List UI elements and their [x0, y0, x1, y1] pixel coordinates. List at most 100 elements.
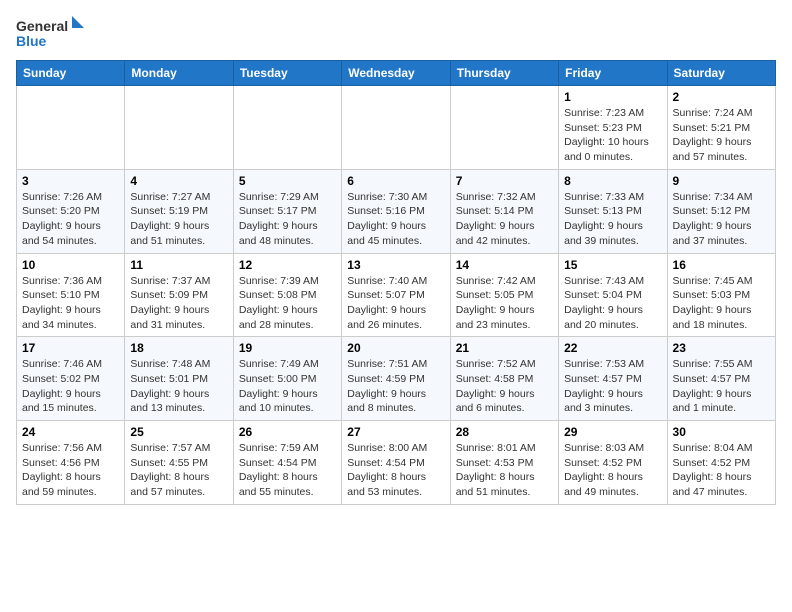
- day-info: Sunrise: 7:57 AMSunset: 4:55 PMDaylight:…: [130, 441, 227, 500]
- calendar-cell: 26 Sunrise: 7:59 AMSunset: 4:54 PMDayligh…: [233, 421, 341, 505]
- day-number: 1: [564, 90, 661, 104]
- calendar-cell: [342, 86, 450, 170]
- day-number: 7: [456, 174, 553, 188]
- calendar-cell: [233, 86, 341, 170]
- calendar-cell: 18 Sunrise: 7:48 AMSunset: 5:01 PMDayligh…: [125, 337, 233, 421]
- calendar-cell: 13 Sunrise: 7:40 AMSunset: 5:07 PMDayligh…: [342, 253, 450, 337]
- day-number: 8: [564, 174, 661, 188]
- calendar-cell: 5 Sunrise: 7:29 AMSunset: 5:17 PMDaylight…: [233, 169, 341, 253]
- day-info: Sunrise: 7:56 AMSunset: 4:56 PMDaylight:…: [22, 441, 119, 500]
- svg-text:General: General: [16, 18, 68, 34]
- week-row-2: 3 Sunrise: 7:26 AMSunset: 5:20 PMDaylight…: [17, 169, 776, 253]
- calendar-cell: 12 Sunrise: 7:39 AMSunset: 5:08 PMDayligh…: [233, 253, 341, 337]
- weekday-header-tuesday: Tuesday: [233, 61, 341, 86]
- day-info: Sunrise: 7:40 AMSunset: 5:07 PMDaylight:…: [347, 274, 444, 333]
- day-info: Sunrise: 7:46 AMSunset: 5:02 PMDaylight:…: [22, 357, 119, 416]
- day-info: Sunrise: 7:51 AMSunset: 4:59 PMDaylight:…: [347, 357, 444, 416]
- day-number: 21: [456, 341, 553, 355]
- calendar-cell: 14 Sunrise: 7:42 AMSunset: 5:05 PMDayligh…: [450, 253, 558, 337]
- day-number: 3: [22, 174, 119, 188]
- day-info: Sunrise: 7:29 AMSunset: 5:17 PMDaylight:…: [239, 190, 336, 249]
- calendar-cell: 25Sunrise: 7:57 AMSunset: 4:55 PMDayligh…: [125, 421, 233, 505]
- day-info: Sunrise: 7:33 AMSunset: 5:13 PMDaylight:…: [564, 190, 661, 249]
- calendar-table: SundayMondayTuesdayWednesdayThursdayFrid…: [16, 60, 776, 505]
- day-number: 29: [564, 425, 661, 439]
- day-number: 5: [239, 174, 336, 188]
- day-number: 30: [673, 425, 770, 439]
- day-info: Sunrise: 7:53 AMSunset: 4:57 PMDaylight:…: [564, 357, 661, 416]
- day-number: 20: [347, 341, 444, 355]
- day-info: Sunrise: 7:43 AMSunset: 5:04 PMDaylight:…: [564, 274, 661, 333]
- calendar-cell: 11Sunrise: 7:37 AMSunset: 5:09 PMDayligh…: [125, 253, 233, 337]
- day-number: 22: [564, 341, 661, 355]
- day-info: Sunrise: 7:32 AMSunset: 5:14 PMDaylight:…: [456, 190, 553, 249]
- day-info: Sunrise: 7:59 AMSunset: 4:54 PMDaylight:…: [239, 441, 336, 500]
- day-number: 12: [239, 258, 336, 272]
- day-info: Sunrise: 7:48 AMSunset: 5:01 PMDaylight:…: [130, 357, 227, 416]
- day-number: 15: [564, 258, 661, 272]
- calendar-cell: 6 Sunrise: 7:30 AMSunset: 5:16 PMDaylight…: [342, 169, 450, 253]
- day-info: Sunrise: 8:00 AMSunset: 4:54 PMDaylight:…: [347, 441, 444, 500]
- calendar-cell: 21 Sunrise: 7:52 AMSunset: 4:58 PMDayligh…: [450, 337, 558, 421]
- day-number: 2: [673, 90, 770, 104]
- week-row-3: 10 Sunrise: 7:36 AMSunset: 5:10 PMDayligh…: [17, 253, 776, 337]
- day-number: 4: [130, 174, 227, 188]
- weekday-header-wednesday: Wednesday: [342, 61, 450, 86]
- calendar-cell: 15 Sunrise: 7:43 AMSunset: 5:04 PMDayligh…: [559, 253, 667, 337]
- day-number: 26: [239, 425, 336, 439]
- calendar-cell: [125, 86, 233, 170]
- day-number: 14: [456, 258, 553, 272]
- day-number: 19: [239, 341, 336, 355]
- calendar-cell: 7 Sunrise: 7:32 AMSunset: 5:14 PMDaylight…: [450, 169, 558, 253]
- day-number: 27: [347, 425, 444, 439]
- day-number: 28: [456, 425, 553, 439]
- calendar-cell: 29 Sunrise: 8:03 AMSunset: 4:52 PMDayligh…: [559, 421, 667, 505]
- week-row-1: 1 Sunrise: 7:23 AMSunset: 5:23 PMDaylight…: [17, 86, 776, 170]
- day-info: Sunrise: 7:27 AMSunset: 5:19 PMDaylight:…: [130, 190, 227, 249]
- day-number: 10: [22, 258, 119, 272]
- day-info: Sunrise: 7:30 AMSunset: 5:16 PMDaylight:…: [347, 190, 444, 249]
- day-info: Sunrise: 7:45 AMSunset: 5:03 PMDaylight:…: [673, 274, 770, 333]
- day-info: Sunrise: 7:39 AMSunset: 5:08 PMDaylight:…: [239, 274, 336, 333]
- calendar-cell: 1 Sunrise: 7:23 AMSunset: 5:23 PMDaylight…: [559, 86, 667, 170]
- day-info: Sunrise: 7:24 AMSunset: 5:21 PMDaylight:…: [673, 106, 770, 165]
- logo-svg: GeneralBlue: [16, 16, 86, 52]
- weekday-header-row: SundayMondayTuesdayWednesdayThursdayFrid…: [17, 61, 776, 86]
- day-info: Sunrise: 7:36 AMSunset: 5:10 PMDaylight:…: [22, 274, 119, 333]
- svg-text:Blue: Blue: [16, 33, 47, 49]
- day-info: Sunrise: 7:49 AMSunset: 5:00 PMDaylight:…: [239, 357, 336, 416]
- day-number: 6: [347, 174, 444, 188]
- logo: GeneralBlue: [16, 16, 86, 52]
- calendar-cell: 20 Sunrise: 7:51 AMSunset: 4:59 PMDayligh…: [342, 337, 450, 421]
- day-info: Sunrise: 7:23 AMSunset: 5:23 PMDaylight:…: [564, 106, 661, 165]
- calendar-cell: 4 Sunrise: 7:27 AMSunset: 5:19 PMDaylight…: [125, 169, 233, 253]
- day-info: Sunrise: 8:01 AMSunset: 4:53 PMDaylight:…: [456, 441, 553, 500]
- day-number: 16: [673, 258, 770, 272]
- calendar-cell: 10 Sunrise: 7:36 AMSunset: 5:10 PMDayligh…: [17, 253, 125, 337]
- calendar-cell: 28 Sunrise: 8:01 AMSunset: 4:53 PMDayligh…: [450, 421, 558, 505]
- day-info: Sunrise: 8:03 AMSunset: 4:52 PMDaylight:…: [564, 441, 661, 500]
- day-number: 13: [347, 258, 444, 272]
- day-info: Sunrise: 7:26 AMSunset: 5:20 PMDaylight:…: [22, 190, 119, 249]
- week-row-5: 24 Sunrise: 7:56 AMSunset: 4:56 PMDayligh…: [17, 421, 776, 505]
- calendar-cell: 16 Sunrise: 7:45 AMSunset: 5:03 PMDayligh…: [667, 253, 775, 337]
- calendar-cell: 19 Sunrise: 7:49 AMSunset: 5:00 PMDayligh…: [233, 337, 341, 421]
- day-info: Sunrise: 7:34 AMSunset: 5:12 PMDaylight:…: [673, 190, 770, 249]
- week-row-4: 17Sunrise: 7:46 AMSunset: 5:02 PMDayligh…: [17, 337, 776, 421]
- day-info: Sunrise: 7:52 AMSunset: 4:58 PMDaylight:…: [456, 357, 553, 416]
- calendar-cell: 24 Sunrise: 7:56 AMSunset: 4:56 PMDayligh…: [17, 421, 125, 505]
- day-number: 18: [130, 341, 227, 355]
- calendar-cell: 2 Sunrise: 7:24 AMSunset: 5:21 PMDaylight…: [667, 86, 775, 170]
- day-info: Sunrise: 7:42 AMSunset: 5:05 PMDaylight:…: [456, 274, 553, 333]
- weekday-header-sunday: Sunday: [17, 61, 125, 86]
- day-info: Sunrise: 7:55 AMSunset: 4:57 PMDaylight:…: [673, 357, 770, 416]
- day-number: 24: [22, 425, 119, 439]
- calendar-cell: 17Sunrise: 7:46 AMSunset: 5:02 PMDayligh…: [17, 337, 125, 421]
- day-info: Sunrise: 8:04 AMSunset: 4:52 PMDaylight:…: [673, 441, 770, 500]
- calendar-cell: 9 Sunrise: 7:34 AMSunset: 5:12 PMDaylight…: [667, 169, 775, 253]
- calendar-cell: 30 Sunrise: 8:04 AMSunset: 4:52 PMDayligh…: [667, 421, 775, 505]
- day-number: 9: [673, 174, 770, 188]
- weekday-header-thursday: Thursday: [450, 61, 558, 86]
- page-header: GeneralBlue: [16, 16, 776, 52]
- calendar-cell: [450, 86, 558, 170]
